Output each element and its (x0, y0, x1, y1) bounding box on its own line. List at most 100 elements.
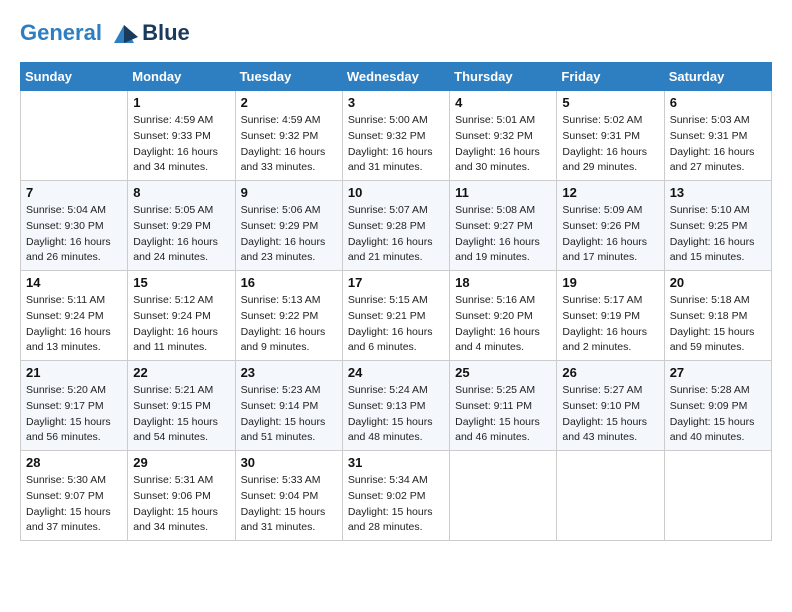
day-info: Sunrise: 5:27 AMSunset: 9:10 PMDaylight:… (562, 383, 658, 446)
calendar-cell: 17 Sunrise: 5:15 AMSunset: 9:21 PMDayligh… (342, 271, 449, 361)
calendar-cell: 8Sunrise: 5:05 AMSunset: 9:29 PMDaylight… (128, 181, 235, 271)
day-number: 2 (241, 95, 337, 110)
day-number: 18 (455, 275, 551, 290)
calendar-cell: 31 Sunrise: 5:34 AMSunset: 9:02 PMDayligh… (342, 451, 449, 541)
calendar-cell (664, 451, 771, 541)
day-info: Sunrise: 5:07 AMSunset: 9:28 PMDaylight:… (348, 203, 444, 266)
day-info: Sunrise: 5:24 AMSunset: 9:13 PMDaylight:… (348, 383, 444, 446)
day-number: 6 (670, 95, 766, 110)
calendar-cell: 28 Sunrise: 5:30 AMSunset: 9:07 PMDayligh… (21, 451, 128, 541)
calendar-cell: 29 Sunrise: 5:31 AMSunset: 9:06 PMDayligh… (128, 451, 235, 541)
day-info: Sunrise: 4:59 AMSunset: 9:32 PMDaylight:… (241, 113, 337, 176)
calendar-cell: 16Sunrise: 5:13 AMSunset: 9:22 PMDayligh… (235, 271, 342, 361)
day-info: Sunrise: 5:30 AMSunset: 9:07 PMDaylight:… (26, 473, 122, 536)
weekday-header-friday: Friday (557, 63, 664, 91)
day-info: Sunrise: 5:01 AMSunset: 9:32 PMDaylight:… (455, 113, 551, 176)
weekday-header-row: SundayMondayTuesdayWednesdayThursdayFrid… (21, 63, 772, 91)
day-number: 21 (26, 365, 122, 380)
weekday-header-sunday: Sunday (21, 63, 128, 91)
day-number: 30 (241, 455, 337, 470)
calendar-cell: 13 Sunrise: 5:10 AMSunset: 9:25 PMDayligh… (664, 181, 771, 271)
day-number: 17 (348, 275, 444, 290)
calendar-cell (557, 451, 664, 541)
day-info: Sunrise: 5:02 AMSunset: 9:31 PMDaylight:… (562, 113, 658, 176)
calendar-cell: 25Sunrise: 5:25 AMSunset: 9:11 PMDayligh… (450, 361, 557, 451)
day-info: Sunrise: 5:04 AMSunset: 9:30 PMDaylight:… (26, 203, 122, 266)
day-info: Sunrise: 5:08 AMSunset: 9:27 PMDaylight:… (455, 203, 551, 266)
day-info: Sunrise: 5:18 AMSunset: 9:18 PMDaylight:… (670, 293, 766, 356)
day-info: Sunrise: 5:31 AMSunset: 9:06 PMDaylight:… (133, 473, 229, 536)
day-number: 28 (26, 455, 122, 470)
day-number: 9 (241, 185, 337, 200)
day-number: 8 (133, 185, 229, 200)
calendar-table: SundayMondayTuesdayWednesdayThursdayFrid… (20, 62, 772, 541)
day-number: 22 (133, 365, 229, 380)
day-number: 26 (562, 365, 658, 380)
calendar-cell: 10 Sunrise: 5:07 AMSunset: 9:28 PMDayligh… (342, 181, 449, 271)
day-number: 12 (562, 185, 658, 200)
day-info: Sunrise: 5:34 AMSunset: 9:02 PMDaylight:… (348, 473, 444, 536)
day-info: Sunrise: 5:16 AMSunset: 9:20 PMDaylight:… (455, 293, 551, 356)
calendar-week-row: 14 Sunrise: 5:11 AMSunset: 9:24 PMDayligh… (21, 271, 772, 361)
logo-icon (110, 23, 138, 45)
calendar-cell (21, 91, 128, 181)
day-info: Sunrise: 5:28 AMSunset: 9:09 PMDaylight:… (670, 383, 766, 446)
calendar-cell: 9 Sunrise: 5:06 AMSunset: 9:29 PMDaylight… (235, 181, 342, 271)
day-info: Sunrise: 5:33 AMSunset: 9:04 PMDaylight:… (241, 473, 337, 536)
logo-blue: Blue (142, 20, 190, 46)
calendar-cell: 27 Sunrise: 5:28 AMSunset: 9:09 PMDayligh… (664, 361, 771, 451)
calendar-cell: 2 Sunrise: 4:59 AMSunset: 9:32 PMDaylight… (235, 91, 342, 181)
day-number: 13 (670, 185, 766, 200)
calendar-cell (450, 451, 557, 541)
weekday-header-monday: Monday (128, 63, 235, 91)
day-number: 16 (241, 275, 337, 290)
calendar-cell: 30 Sunrise: 5:33 AMSunset: 9:04 PMDayligh… (235, 451, 342, 541)
calendar-cell: 26 Sunrise: 5:27 AMSunset: 9:10 PMDayligh… (557, 361, 664, 451)
day-info: Sunrise: 5:09 AMSunset: 9:26 PMDaylight:… (562, 203, 658, 266)
calendar-cell: 22Sunrise: 5:21 AMSunset: 9:15 PMDayligh… (128, 361, 235, 451)
logo-text: General (20, 21, 140, 45)
day-info: Sunrise: 5:00 AMSunset: 9:32 PMDaylight:… (348, 113, 444, 176)
calendar-cell: 3Sunrise: 5:00 AMSunset: 9:32 PMDaylight… (342, 91, 449, 181)
day-info: Sunrise: 5:10 AMSunset: 9:25 PMDaylight:… (670, 203, 766, 266)
day-number: 25 (455, 365, 551, 380)
day-info: Sunrise: 5:12 AMSunset: 9:24 PMDaylight:… (133, 293, 229, 356)
day-number: 29 (133, 455, 229, 470)
day-info: Sunrise: 5:17 AMSunset: 9:19 PMDaylight:… (562, 293, 658, 356)
day-number: 7 (26, 185, 122, 200)
day-number: 11 (455, 185, 551, 200)
day-info: Sunrise: 5:06 AMSunset: 9:29 PMDaylight:… (241, 203, 337, 266)
calendar-cell: 18 Sunrise: 5:16 AMSunset: 9:20 PMDayligh… (450, 271, 557, 361)
weekday-header-tuesday: Tuesday (235, 63, 342, 91)
calendar-cell: 14 Sunrise: 5:11 AMSunset: 9:24 PMDayligh… (21, 271, 128, 361)
logo: General Blue (20, 20, 190, 46)
calendar-week-row: 21 Sunrise: 5:20 AMSunset: 9:17 PMDayligh… (21, 361, 772, 451)
day-number: 5 (562, 95, 658, 110)
day-info: Sunrise: 5:03 AMSunset: 9:31 PMDaylight:… (670, 113, 766, 176)
day-info: Sunrise: 5:20 AMSunset: 9:17 PMDaylight:… (26, 383, 122, 446)
day-number: 19 (562, 275, 658, 290)
day-number: 20 (670, 275, 766, 290)
day-number: 10 (348, 185, 444, 200)
day-number: 14 (26, 275, 122, 290)
day-number: 27 (670, 365, 766, 380)
calendar-cell: 1 Sunrise: 4:59 AMSunset: 9:33 PMDaylight… (128, 91, 235, 181)
calendar-cell: 19 Sunrise: 5:17 AMSunset: 9:19 PMDayligh… (557, 271, 664, 361)
day-info: Sunrise: 5:11 AMSunset: 9:24 PMDaylight:… (26, 293, 122, 356)
page-header: General Blue (20, 20, 772, 46)
calendar-week-row: 7 Sunrise: 5:04 AMSunset: 9:30 PMDaylight… (21, 181, 772, 271)
day-number: 15 (133, 275, 229, 290)
day-info: Sunrise: 4:59 AMSunset: 9:33 PMDaylight:… (133, 113, 229, 176)
calendar-cell: 20 Sunrise: 5:18 AMSunset: 9:18 PMDayligh… (664, 271, 771, 361)
day-number: 4 (455, 95, 551, 110)
calendar-cell: 12 Sunrise: 5:09 AMSunset: 9:26 PMDayligh… (557, 181, 664, 271)
calendar-cell: 11 Sunrise: 5:08 AMSunset: 9:27 PMDayligh… (450, 181, 557, 271)
calendar-cell: 24 Sunrise: 5:24 AMSunset: 9:13 PMDayligh… (342, 361, 449, 451)
day-info: Sunrise: 5:15 AMSunset: 9:21 PMDaylight:… (348, 293, 444, 356)
calendar-cell: 21 Sunrise: 5:20 AMSunset: 9:17 PMDayligh… (21, 361, 128, 451)
day-number: 31 (348, 455, 444, 470)
calendar-cell: 23Sunrise: 5:23 AMSunset: 9:14 PMDayligh… (235, 361, 342, 451)
day-number: 24 (348, 365, 444, 380)
day-number: 1 (133, 95, 229, 110)
calendar-cell: 15 Sunrise: 5:12 AMSunset: 9:24 PMDayligh… (128, 271, 235, 361)
